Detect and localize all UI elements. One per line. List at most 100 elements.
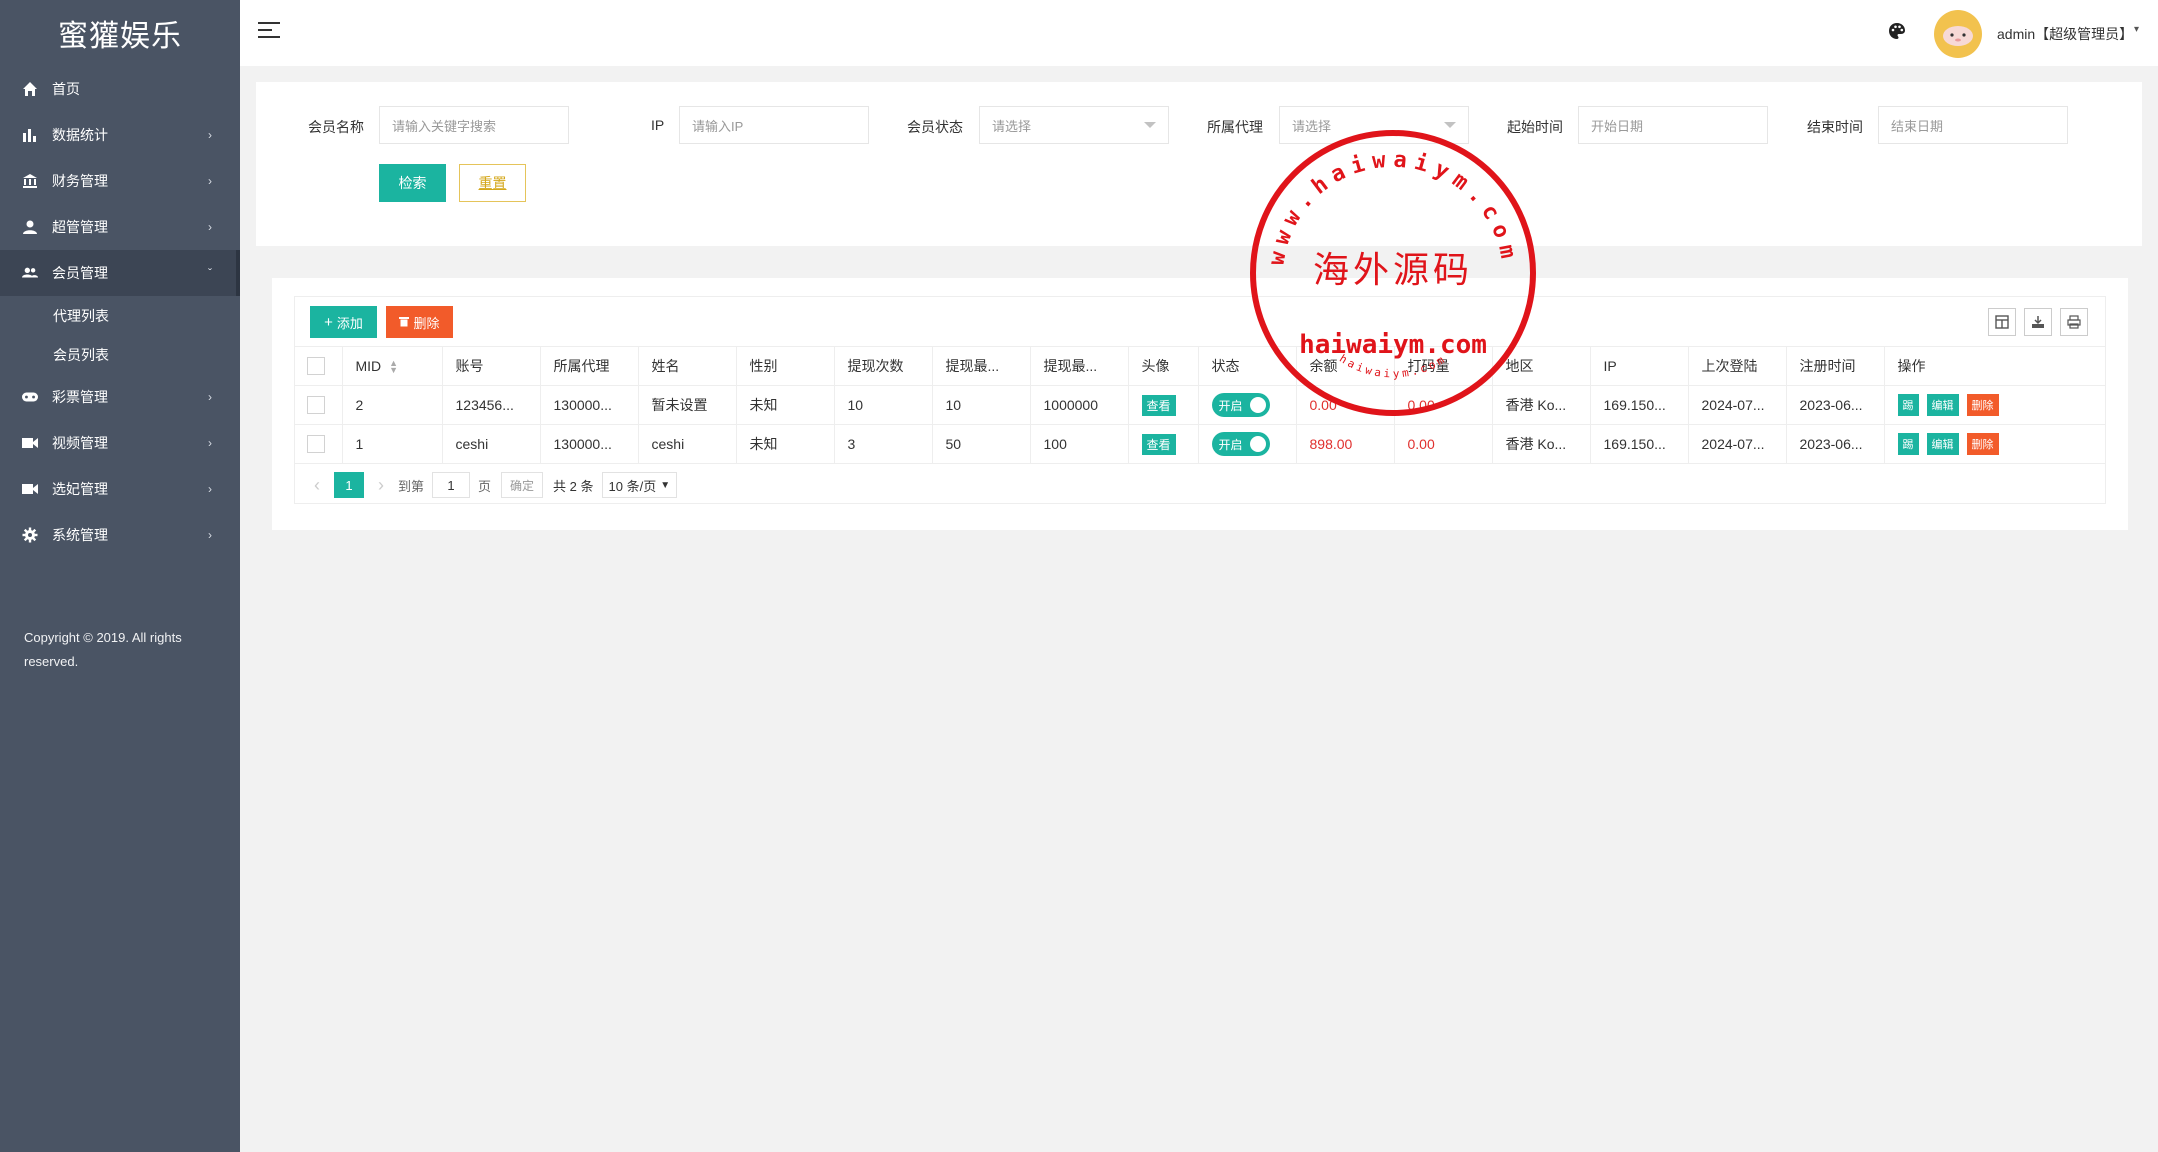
sidebar-item-lottery[interactable]: 彩票管理 › — [0, 374, 240, 420]
copyright-text: Copyright © 2019. All rights reserved. — [24, 630, 182, 669]
cell-status: 开启 — [1197, 385, 1296, 425]
cell-last-login: 2024-07... — [1687, 424, 1786, 464]
page-size-select[interactable]: 10 条/页 ▼ — [601, 472, 678, 498]
status-toggle[interactable]: 开启 — [1211, 432, 1270, 456]
view-avatar-button[interactable]: 查看 — [1141, 394, 1176, 416]
user-name[interactable]: admin【超级管理员】 — [1997, 24, 2133, 44]
select-value: 请选择 — [992, 118, 1032, 134]
end-time-label: 结束时间 — [1807, 119, 1863, 135]
row-checkbox[interactable] — [307, 435, 325, 454]
columns-filter-icon[interactable] — [1988, 308, 2016, 336]
column-header: 账号 — [441, 346, 540, 386]
member-status-label: 会员状态 — [907, 119, 963, 135]
reset-button[interactable]: 重置 — [459, 164, 526, 202]
search-button[interactable]: 检索 — [379, 164, 446, 202]
column-header: 注册时间 — [1785, 346, 1884, 386]
add-button[interactable]: + 添加 — [310, 306, 377, 338]
end-date-input[interactable]: 结束日期 — [1878, 106, 2068, 144]
column-header[interactable]: MID ▲ ▼ — [341, 346, 442, 386]
video-icon — [22, 435, 38, 451]
prev-page-icon[interactable]: ‹ — [314, 475, 320, 496]
next-page-icon[interactable]: › — [378, 475, 384, 496]
sidebar-item-label: 首页 — [52, 81, 80, 97]
column-header: 地区 — [1491, 346, 1590, 386]
column-header: 姓名 — [637, 346, 736, 386]
gamepad-icon — [22, 389, 38, 405]
batch-delete-button[interactable]: 删除 — [386, 306, 453, 338]
row-checkbox-cell[interactable] — [294, 424, 342, 464]
select-all-checkbox-cell[interactable] — [294, 346, 342, 386]
sidebar-subitem-agent-list[interactable]: 代理列表 — [0, 296, 240, 335]
sidebar-item-concubine[interactable]: 选妃管理 › — [0, 466, 240, 512]
start-date-input[interactable]: 开始日期 — [1578, 106, 1768, 144]
page-1-button[interactable]: 1 — [334, 472, 364, 498]
cell-mid: 2 — [341, 385, 442, 425]
column-header: 头像 — [1127, 346, 1198, 386]
agent-select[interactable]: 请选择 — [1279, 106, 1469, 144]
chevron-right-icon: › — [208, 436, 212, 450]
member-status-select[interactable]: 请选择 — [979, 106, 1169, 144]
cell-balance: 898.00 — [1295, 424, 1394, 464]
table-row: 1 ceshi 130000... ceshi 未知 3 50 100 查看 开… — [294, 424, 2106, 464]
ip-label: IP — [651, 117, 665, 133]
chevron-right-icon: › — [208, 482, 212, 496]
plus-icon: + — [324, 313, 333, 331]
caret-down-icon[interactable]: ▾ — [2134, 24, 2139, 35]
chevron-down-icon: ▼ — [660, 479, 671, 491]
goto-page-input[interactable]: 1 — [432, 472, 471, 498]
cell-gender: 未知 — [735, 424, 834, 464]
goto-confirm-button[interactable]: 确定 — [501, 472, 544, 498]
kick-button[interactable]: 踢 — [1897, 394, 1919, 416]
sidebar-item-label: 视频管理 — [52, 435, 108, 451]
dropdown-arrow-icon — [1144, 122, 1156, 128]
ip-input[interactable]: 请输入IP — [679, 106, 869, 144]
column-header: 上次登陆 — [1687, 346, 1786, 386]
cell-region: 香港 Ko... — [1491, 385, 1590, 425]
video-icon — [22, 481, 38, 497]
table-row: 2 123456... 130000... 暂未设置 未知 10 10 1000… — [294, 385, 2106, 425]
sidebar-item-super-admin[interactable]: 超管管理 › — [0, 204, 240, 250]
edit-button[interactable]: 编辑 — [1926, 394, 1959, 416]
column-header: 提现次数 — [833, 346, 932, 386]
sidebar-item-members[interactable]: 会员管理 ˇ — [0, 250, 240, 296]
palette-icon[interactable] — [1888, 22, 1906, 40]
sidebar-item-home[interactable]: 首页 — [0, 66, 240, 112]
sidebar-subitem-member-list[interactable]: 会员列表 — [0, 335, 240, 374]
delete-button[interactable]: 删除 — [1966, 394, 1999, 416]
cell-actions: 踢编辑 删除 — [1883, 424, 2106, 464]
cell-registered: 2023-06... — [1785, 424, 1884, 464]
cell-mid: 1 — [341, 424, 442, 464]
status-toggle[interactable]: 开启 — [1211, 393, 1270, 417]
avatar[interactable] — [1934, 10, 1982, 58]
edit-button[interactable]: 编辑 — [1926, 433, 1959, 455]
column-header: 打码量 — [1393, 346, 1492, 386]
export-icon[interactable] — [2024, 308, 2052, 336]
sidebar-item-video[interactable]: 视频管理 › — [0, 420, 240, 466]
chevron-right-icon: › — [208, 174, 212, 188]
sidebar-item-finance[interactable]: 财务管理 › — [0, 158, 240, 204]
print-icon[interactable] — [2060, 308, 2088, 336]
bar-chart-icon — [22, 127, 38, 143]
cell-region: 香港 Ko... — [1491, 424, 1590, 464]
cell-withdraw-count: 10 — [833, 385, 932, 425]
delete-button[interactable]: 删除 — [1966, 433, 1999, 455]
menu-toggle-icon[interactable] — [258, 22, 280, 43]
row-checkbox[interactable] — [307, 396, 325, 415]
select-all-checkbox[interactable] — [307, 357, 325, 376]
cell-registered: 2023-06... — [1785, 385, 1884, 425]
column-header: 状态 — [1197, 346, 1296, 386]
row-checkbox-cell[interactable] — [294, 385, 342, 425]
sidebar-item-system[interactable]: 系统管理 › — [0, 512, 240, 558]
view-avatar-button[interactable]: 查看 — [1141, 433, 1176, 455]
sort-icon[interactable]: ▲ ▼ — [389, 359, 398, 375]
cell-withdraw-count: 3 — [833, 424, 932, 464]
kick-button[interactable]: 踢 — [1897, 433, 1919, 455]
cell-bet: 0.00 — [1393, 424, 1492, 464]
sidebar-item-label: 财务管理 — [52, 173, 108, 189]
table-header-row: MID ▲ ▼ 账号 所属代理 姓名 性别 提现次数 提现最... 提现最... 头… — [294, 346, 2106, 386]
page-unit-label: 页 — [478, 478, 492, 494]
chevron-right-icon: › — [208, 128, 212, 142]
trash-icon — [399, 315, 410, 330]
member-name-input[interactable]: 请输入关键字搜索 — [379, 106, 569, 144]
sidebar-item-statistics[interactable]: 数据统计 › — [0, 112, 240, 158]
